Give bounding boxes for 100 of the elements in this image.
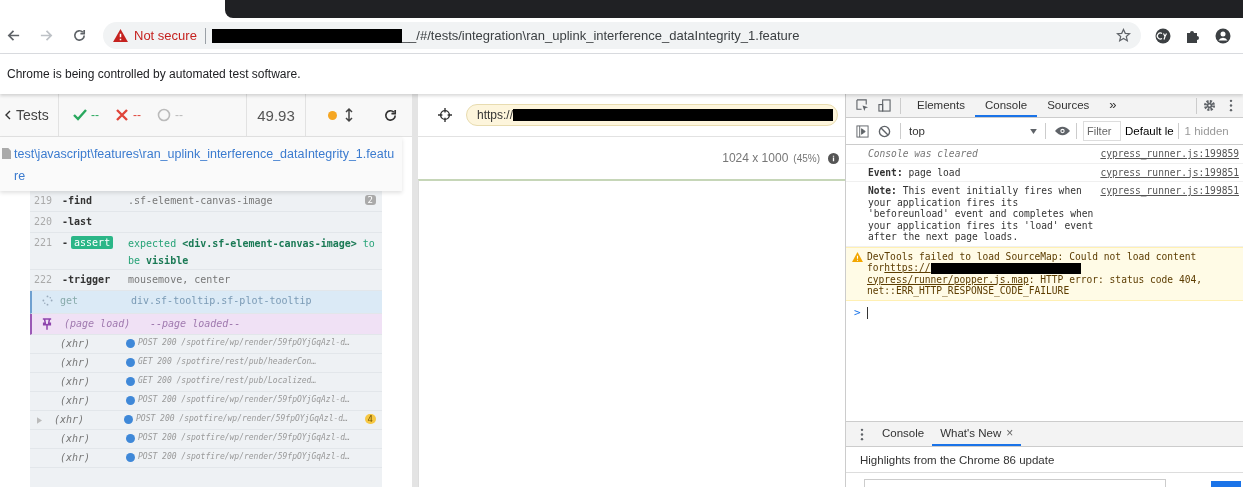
clear-icon[interactable]	[878, 124, 891, 138]
command-row[interactable]: (xhr) POST 200 /spotfire/wp/render/59fpOYjGqAzl-d…	[30, 449, 382, 468]
source-link[interactable]: cypress/runner/popper.js.map	[867, 273, 1029, 285]
star-icon[interactable]	[1116, 28, 1131, 43]
command-message: div.sf-tooltip.sf-plot-tooltip	[131, 295, 313, 306]
source-link[interactable]: cypress_runner.js:199851	[1100, 166, 1239, 178]
count-badge: 4	[364, 414, 376, 424]
line-number: 219	[34, 195, 54, 206]
xhr-label: (xhr)	[59, 395, 92, 406]
xhr-label: (xhr)	[59, 433, 92, 444]
command-row[interactable]: (xhr) GET 200 /spotfire/rest/pub/headerCon…	[30, 354, 382, 373]
xhr-label: (xhr)	[59, 338, 92, 349]
dropdown-arrow-icon	[1030, 128, 1037, 134]
selector-icon[interactable]	[438, 108, 452, 122]
status-dot	[124, 415, 133, 424]
drawer-tab[interactable]: Console	[874, 422, 933, 446]
console-message: Event: page load	[868, 166, 962, 178]
dash-mark: -	[62, 237, 69, 248]
file-icon	[2, 148, 11, 159]
restart-icon[interactable]	[383, 107, 398, 123]
command-row[interactable]: (xhr) POST 200 /spotfire/wp/render/59fpOYjGqAzl-d…	[30, 335, 382, 354]
prompt-symbol: >	[854, 306, 861, 319]
command-name: -last	[62, 216, 94, 227]
status-dot	[126, 339, 135, 348]
request-text: POST 200 /spotfire/wp/render/59fpOYjGqAzl-d…	[138, 338, 351, 347]
sidebar-icon[interactable]	[856, 124, 869, 138]
devtools-tab[interactable]: Elements	[907, 94, 975, 117]
profile-icon[interactable]	[1215, 27, 1231, 44]
warning-icon	[113, 29, 128, 42]
filter-field[interactable]: Filter	[1083, 121, 1121, 141]
device-icon[interactable]	[878, 99, 891, 112]
back-icon[interactable]	[6, 28, 21, 43]
status-dot	[126, 396, 135, 405]
command-message: expected <div.sf-element-canvas-image> to be visible	[128, 237, 376, 268]
line-number: 221	[34, 237, 54, 248]
extension-icon[interactable]	[1155, 27, 1171, 44]
more-tabs-button[interactable]: »	[1099, 94, 1127, 117]
spinner-icon	[42, 295, 53, 306]
command-row[interactable]: (xhr) POST 200 /spotfire/wp/render/59fpOYjGqAzl-d…	[30, 392, 382, 411]
devtools-tab[interactable]: Sources	[1037, 94, 1100, 117]
command-message: .sf-element-canvas-image	[128, 195, 274, 206]
command-row[interactable]: (xhr) GET 200 /spotfire/rest/pub/Localized…	[30, 373, 382, 392]
status-dot	[126, 453, 135, 462]
source-link[interactable]: cypress_runner.js:199859	[1100, 148, 1239, 160]
info-icon[interactable]	[828, 152, 839, 164]
viewport-size: 1024 x 1000	[722, 151, 789, 165]
pin-icon	[42, 318, 52, 330]
source-link[interactable]: cypress_runner.js:199851	[1100, 185, 1239, 197]
text-cursor	[866, 306, 868, 319]
line-number: 220	[34, 216, 54, 227]
menu-icon[interactable]	[860, 427, 864, 441]
request-text: POST 200 /spotfire/wp/render/59fpOYjGqAzl-d…	[136, 414, 349, 423]
reload-icon[interactable]	[72, 28, 87, 43]
viewport-scale: (45%)	[793, 152, 820, 164]
chevron-icon	[5, 110, 11, 120]
stat-count: --	[175, 108, 183, 122]
drawer-headline: Highlights from the Chrome 86 update	[860, 453, 1055, 466]
command-row[interactable]: (xhr) POST 200 /spotfire/wp/render/59fpOYjGqAzl-d…	[30, 430, 382, 449]
status-dot	[126, 358, 135, 367]
command-name: get	[60, 295, 80, 306]
eye-icon[interactable]	[1055, 126, 1070, 136]
command-row[interactable]: 221 - assert expected <div.sf-element-canvas-image> to be visible	[30, 233, 382, 270]
xhr-label: (xhr)	[59, 452, 92, 463]
xhr-label: (xhr)	[59, 357, 92, 368]
command-row[interactable]: (xhr) POST 200 /spotfire/wp/render/59fpOYjGqAzl-d… 4	[30, 411, 382, 430]
command-message: mousemove, center	[128, 274, 232, 285]
status-dot	[126, 434, 135, 443]
line-number: 222	[34, 274, 54, 285]
context-dropdown[interactable]: top	[907, 125, 1045, 137]
stat-count: --	[133, 108, 141, 122]
command-row[interactable]: 219 -find .sf-element-canvas-image 2	[30, 191, 382, 212]
settings-icon[interactable]	[1203, 99, 1216, 112]
warning-text: DevTools failed to load SourceMap: Could not load content forhttps:// cypress/runner/popper.js.map: HTTP error: status code 404, net::ERR_HTTP_RESPONSE_CODE_FAILURE	[867, 250, 1203, 297]
request-text: GET 200 /spotfire/rest/pub/headerCon…	[138, 357, 318, 366]
command-row[interactable]: 220 -last	[30, 212, 382, 233]
duration: 49.93	[257, 106, 295, 124]
inspect-icon[interactable]	[856, 99, 869, 112]
scroll-toggle-icon[interactable]	[345, 107, 353, 123]
source-link[interactable]: https://	[884, 262, 931, 273]
count-badge: 2	[364, 195, 376, 205]
automation-notice: Chrome is being controlled by automated test software.	[7, 67, 301, 81]
xhr-label: (xhr)	[59, 376, 92, 387]
console-message: Console was cleared	[868, 148, 979, 160]
assert-badge: assert	[71, 236, 114, 249]
request-text: POST 200 /spotfire/wp/render/59fpOYjGqAzl-d…	[138, 452, 351, 461]
hidden-count: 1 hidden	[1184, 125, 1229, 137]
security-label[interactable]: Not secure	[134, 28, 197, 43]
menu-icon[interactable]	[1229, 99, 1233, 112]
url-field[interactable]: https://	[466, 104, 838, 126]
status-dot	[328, 110, 337, 120]
check-icon	[73, 108, 87, 122]
cross-icon	[115, 108, 129, 122]
request-text: GET 200 /spotfire/rest/pub/Localized…	[138, 376, 318, 385]
drawer-tab[interactable]: What's New ×	[932, 422, 1022, 446]
console-message: Note: This event initially fires when your application fires its 'beforeunload' event and completes when your application fires its 'load' event after the next page loads.	[868, 185, 1095, 243]
close-icon[interactable]: ×	[1006, 426, 1014, 440]
circle-icon	[157, 108, 171, 122]
request-text: POST 200 /spotfire/wp/render/59fpOYjGqAzl-d…	[138, 395, 351, 404]
command-name: -find	[62, 195, 94, 206]
levels-dropdown[interactable]: Default le	[1121, 125, 1178, 137]
